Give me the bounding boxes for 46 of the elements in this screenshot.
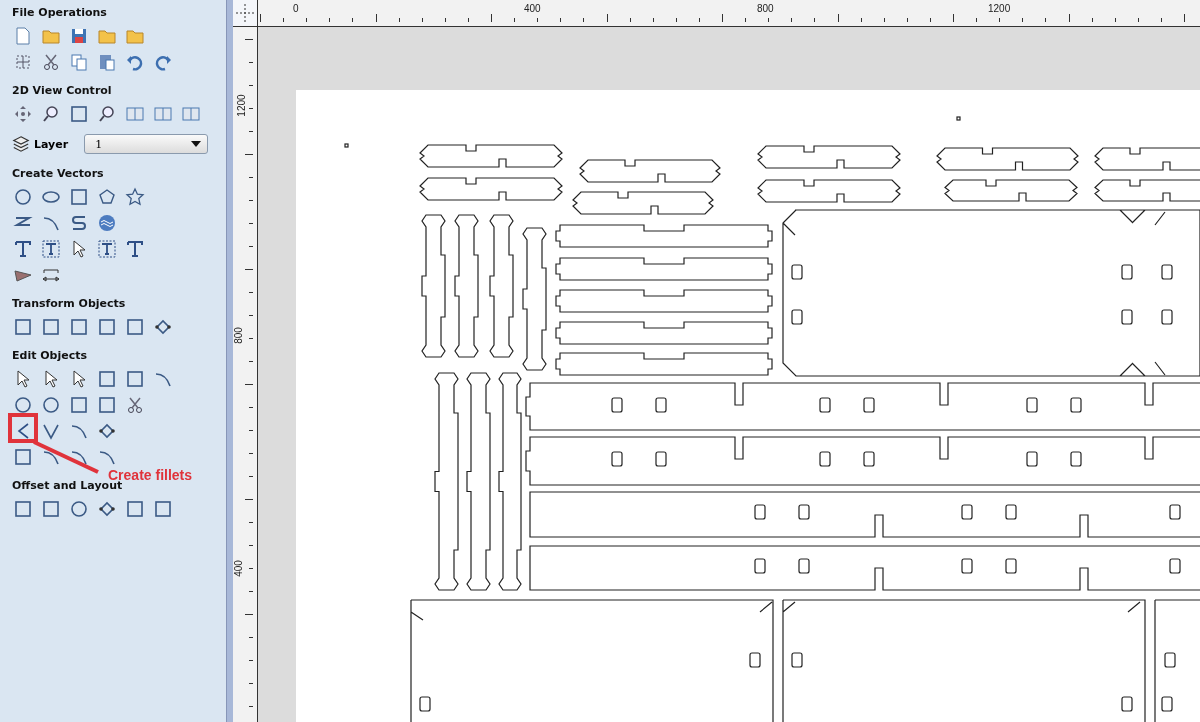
square-icon[interactable] — [12, 446, 34, 468]
dropdown-arrow-icon — [191, 141, 202, 147]
square-icon[interactable] — [12, 316, 34, 338]
ruler-label: 800 — [757, 3, 774, 14]
text-icon[interactable] — [124, 238, 146, 260]
section-title: File Operations — [12, 5, 108, 21]
square-icon[interactable] — [96, 394, 118, 416]
circle-icon[interactable] — [12, 186, 34, 208]
ruler-label: 1200 — [988, 3, 1011, 14]
ruler-label: 1200 — [235, 94, 247, 117]
copy-icon[interactable] — [68, 51, 90, 73]
wave-circle-icon[interactable] — [96, 212, 118, 234]
star-icon[interactable] — [124, 186, 146, 208]
section-title: Transform Objects — [12, 296, 127, 312]
square-icon[interactable] — [124, 368, 146, 390]
square-icon[interactable] — [68, 186, 90, 208]
ruler-label: 400 — [232, 560, 244, 577]
ruler-origin-button[interactable] — [233, 0, 258, 26]
layer-label: Layer — [34, 137, 69, 151]
circle-icon[interactable] — [12, 394, 34, 416]
text-frame-icon[interactable] — [96, 238, 118, 260]
ruler-label: 800 — [232, 327, 244, 344]
section-title: Edit Objects — [12, 348, 89, 364]
square-icon[interactable] — [96, 316, 118, 338]
layer-dropdown[interactable]: 1 — [84, 134, 209, 154]
square-icon[interactable] — [124, 316, 146, 338]
circle-icon[interactable] — [68, 498, 90, 520]
circle-icon[interactable] — [40, 394, 62, 416]
square-icon[interactable] — [68, 103, 90, 125]
square-icon[interactable] — [40, 498, 62, 520]
square-icon[interactable] — [40, 316, 62, 338]
text-icon[interactable] — [12, 238, 34, 260]
highlight-frame — [8, 413, 38, 443]
section-title: Create Vectors — [12, 166, 105, 182]
ruler-label: 0 — [293, 3, 299, 14]
section-title: 2D View Control — [12, 83, 113, 99]
square-icon[interactable] — [68, 394, 90, 416]
square-icon[interactable] — [68, 316, 90, 338]
square-icon[interactable] — [12, 498, 34, 520]
square-icon[interactable] — [152, 498, 174, 520]
crosshair-icon — [235, 3, 255, 23]
text-frame-icon[interactable] — [40, 238, 62, 260]
square-icon[interactable] — [96, 368, 118, 390]
ruler-label: 400 — [524, 3, 541, 14]
layers-icon — [12, 135, 30, 153]
square-icon[interactable] — [124, 498, 146, 520]
